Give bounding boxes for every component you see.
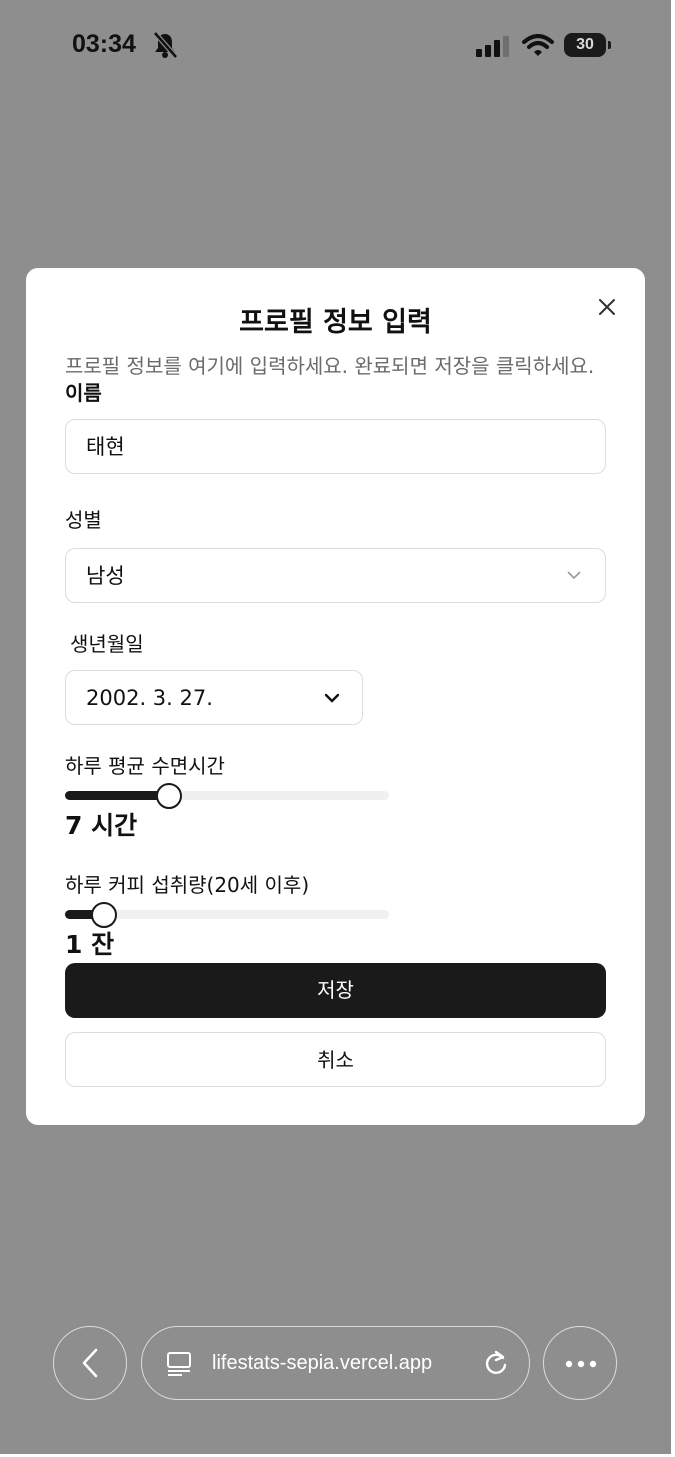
- birthdate-value: 2002. 3. 27.: [86, 686, 213, 710]
- coffee-label: 하루 커피 섭취량(20세 이후): [65, 873, 310, 897]
- battery-cap: [608, 41, 611, 49]
- bell-slash-icon: [153, 31, 178, 59]
- cancel-button[interactable]: 취소: [65, 1032, 606, 1087]
- profile-dialog: 프로필 정보 입력 프로필 정보를 여기에 입력하세요. 완료되면 저장을 클릭…: [26, 268, 645, 1125]
- back-button[interactable]: [53, 1326, 127, 1400]
- screen-overlay: 03:34 30 프로필 정보 입력 프로필 정보를 여기에 입력하세요. 완료…: [0, 0, 671, 1454]
- birthdate-picker[interactable]: 2002. 3. 27.: [65, 670, 363, 725]
- reload-icon[interactable]: [482, 1349, 510, 1379]
- save-button[interactable]: 저장: [65, 963, 606, 1018]
- sleep-value: 7 시간: [65, 811, 138, 840]
- name-label: 이름: [65, 381, 102, 405]
- dialog-description: 프로필 정보를 여기에 입력하세요. 완료되면 저장을 클릭하세요.: [65, 354, 595, 378]
- chevron-down-icon: [324, 693, 340, 703]
- coffee-value: 1 잔: [65, 930, 115, 959]
- sleep-label: 하루 평균 수면시간: [65, 754, 225, 778]
- wifi-icon: [522, 34, 554, 56]
- gender-select-value: 남성: [86, 564, 125, 588]
- gender-label: 성별: [65, 508, 102, 532]
- address-bar[interactable]: lifestats-sepia.vercel.app: [141, 1326, 530, 1400]
- back-icon: [82, 1348, 98, 1378]
- sleep-slider-thumb[interactable]: [156, 783, 182, 809]
- sleep-slider-fill: [65, 791, 169, 800]
- more-button[interactable]: [543, 1326, 617, 1400]
- sleep-slider[interactable]: [65, 783, 389, 809]
- coffee-slider[interactable]: [65, 902, 389, 928]
- status-time: 03:34: [72, 30, 136, 58]
- name-input-value: 태현: [86, 435, 125, 459]
- name-input[interactable]: 태현: [65, 419, 606, 474]
- birthdate-label: 생년월일: [70, 632, 144, 656]
- close-icon[interactable]: [596, 296, 618, 318]
- signal-icon: [476, 36, 509, 57]
- url-text: lifestats-sepia.vercel.app: [212, 1352, 433, 1374]
- tabs-icon: [167, 1352, 191, 1376]
- gender-select[interactable]: 남성: [65, 548, 606, 603]
- chevron-down-icon: [567, 571, 581, 580]
- more-icon: [565, 1360, 597, 1368]
- dialog-title: 프로필 정보 입력: [239, 307, 432, 338]
- battery-icon: 30: [564, 33, 606, 57]
